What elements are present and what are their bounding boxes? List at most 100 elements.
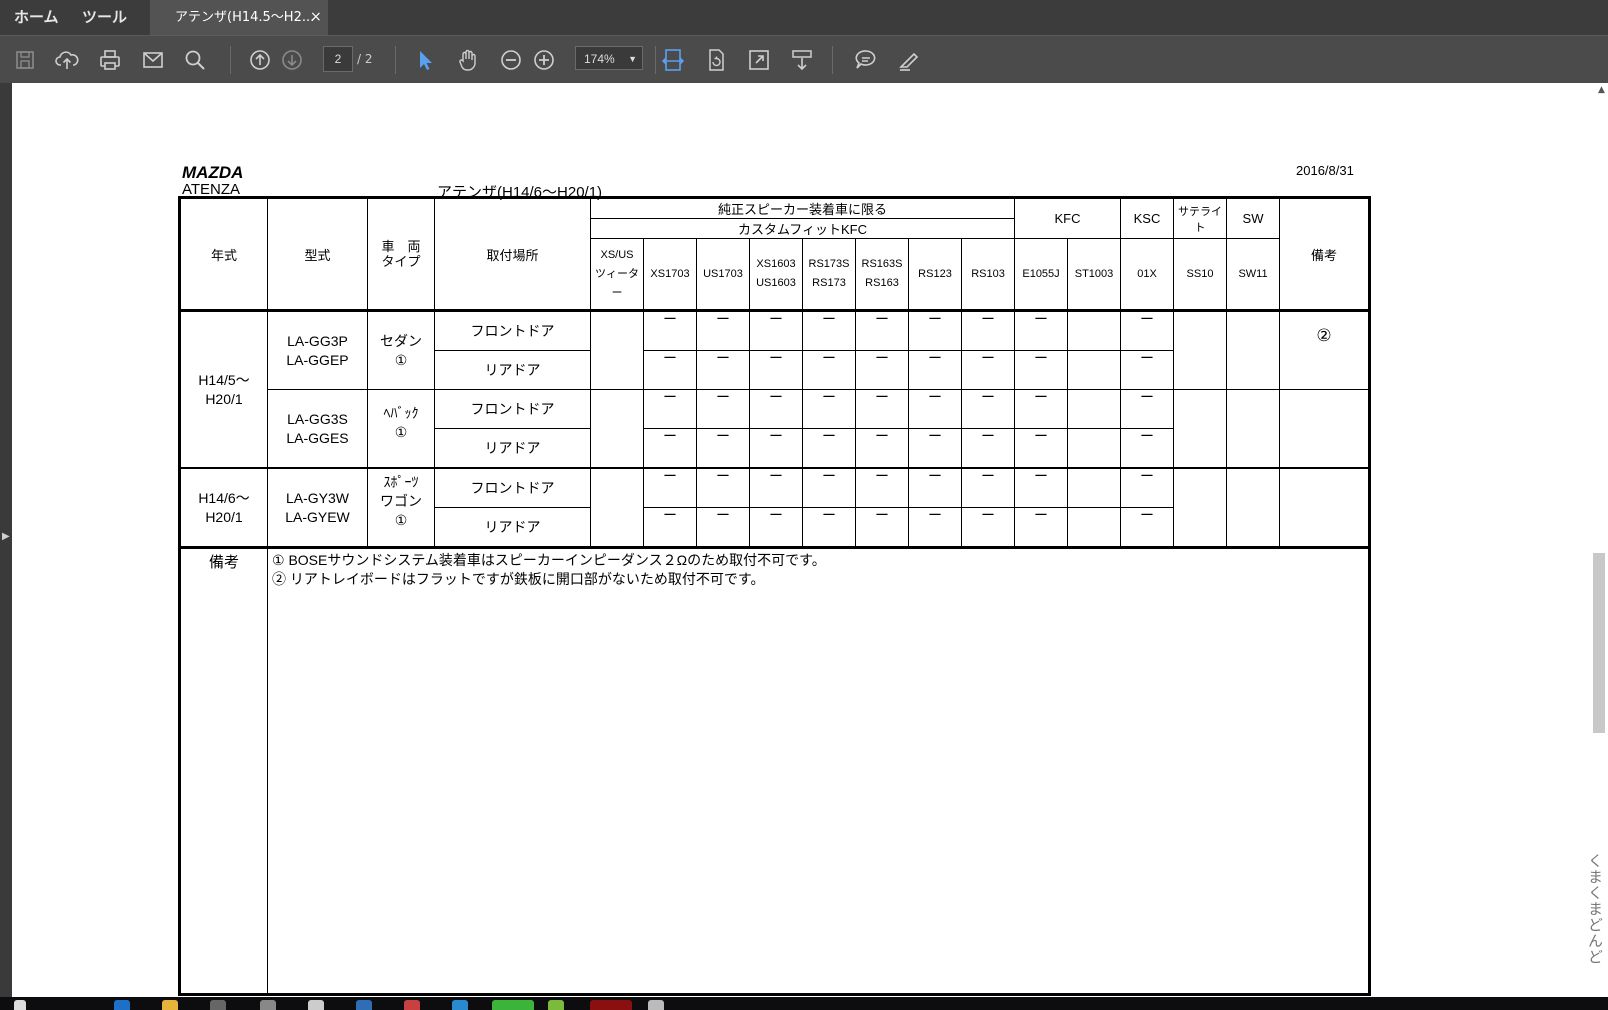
acrobat-icon[interactable]: [590, 1000, 632, 1010]
print-icon[interactable]: [97, 47, 123, 73]
highlight-pen-icon[interactable]: [896, 47, 922, 73]
page-down-icon[interactable]: [279, 47, 305, 73]
dash-cell: ー: [749, 389, 803, 429]
dash-cell: ー: [696, 310, 750, 351]
dash-cell: ー: [1014, 350, 1069, 390]
empty-cell: [590, 467, 644, 548]
dash-cell: ー: [1014, 389, 1069, 429]
hand-tool-icon[interactable]: [455, 47, 481, 73]
rotate-page-icon[interactable]: [703, 47, 729, 73]
header-type: 型式: [267, 197, 368, 312]
header-sw: SW: [1226, 197, 1281, 239]
header-kfc: KFC: [1014, 197, 1122, 239]
menu-tools[interactable]: ツール: [82, 0, 127, 35]
document-tab-title: アテンザ(H14.5〜H2...: [175, 10, 315, 25]
type-cell: LA-GY3W LA-GYEW: [267, 467, 368, 548]
app-icon[interactable]: [308, 1000, 324, 1010]
page-number-input[interactable]: 2: [323, 46, 353, 72]
expand-pane-icon[interactable]: ▶: [2, 531, 10, 542]
col-header: RS163S RS163: [855, 238, 909, 312]
app-icon[interactable]: [648, 1000, 664, 1010]
document-viewer[interactable]: ▶ MAZDA ATENZA アテンザ(H14/6〜H20/1) 2016/8/…: [0, 83, 1608, 997]
notes-row: 備考 ① BOSEサウンドシステム装着車はスピーカーインピーダンス２Ωのため取付…: [179, 546, 1371, 995]
location-cell: フロントドア: [434, 389, 591, 429]
header-location: 取付場所: [434, 197, 591, 312]
page-up-icon[interactable]: [247, 47, 273, 73]
scroll-thumb[interactable]: [1593, 553, 1605, 733]
dash-cell: ー: [1014, 310, 1069, 351]
zoom-out-icon[interactable]: [498, 47, 524, 73]
empty-cell: [1173, 310, 1228, 390]
col-header: XS1603 US1603: [749, 238, 803, 312]
fit-page-icon[interactable]: [660, 47, 686, 73]
browser-icon[interactable]: [114, 1000, 130, 1010]
zoom-level-select[interactable]: 174% ▼: [575, 46, 643, 70]
vehicle-cell: ﾍﾊﾞｯｸ ①: [367, 389, 435, 469]
dash-cell: ー: [960, 389, 1016, 429]
dash-cell: ー: [1120, 507, 1175, 548]
folder-icon[interactable]: [162, 1000, 178, 1010]
close-tab-icon[interactable]: ×: [310, 0, 322, 35]
dash-cell: ー: [1014, 467, 1069, 508]
document-tab[interactable]: アテンザ(H14.5〜H2... ×: [150, 0, 328, 35]
dash-cell: ー: [643, 350, 697, 390]
speaker-fit-table: 年式 型式 車 両 タイプ 取付場所 純正スピーカー装着車に限る KFC KSC…: [178, 196, 1372, 996]
empty-cell: [1279, 467, 1371, 548]
dash-cell: ー: [643, 467, 697, 508]
fullscreen-icon[interactable]: [746, 47, 772, 73]
dash-cell: ー: [1120, 389, 1175, 429]
vehicle-cell-text: ｽﾎﾟｰﾂ ワゴン ①: [380, 474, 422, 528]
scroll-up-icon[interactable]: ▲: [1598, 85, 1605, 95]
dash-cell: ー: [643, 389, 697, 429]
empty-cell: [1067, 467, 1122, 508]
scroll-mode-icon[interactable]: [789, 47, 815, 73]
app-icon[interactable]: [260, 1000, 276, 1010]
app-icon[interactable]: [356, 1000, 372, 1010]
comment-icon[interactable]: [853, 47, 879, 73]
app-icon[interactable]: [404, 1000, 420, 1010]
app-icon[interactable]: [210, 1000, 226, 1010]
vehicle-cell: セダン ①: [367, 310, 435, 390]
note-ref-cell: ②: [1279, 310, 1371, 390]
empty-cell: [1067, 310, 1122, 351]
dash-cell: ー: [749, 467, 803, 508]
location-cell: リアドア: [434, 507, 591, 548]
dash-cell: ー: [696, 389, 750, 429]
col-header: US1703: [696, 238, 750, 312]
year-cell: H14/6〜 H20/1: [179, 467, 268, 548]
col-header: RS103: [960, 238, 1016, 312]
table-row: H14/6〜 H20/1 LA-GY3W LA-GYEW ｽﾎﾟｰﾂ ワゴン ①…: [179, 467, 1371, 548]
select-cursor-icon[interactable]: [412, 47, 438, 73]
cloud-upload-icon[interactable]: [54, 47, 80, 73]
dash-cell: ー: [960, 507, 1016, 548]
header-year: 年式: [179, 197, 268, 312]
dash-cell: ー: [1120, 428, 1175, 469]
col-header: ST1003: [1067, 238, 1122, 312]
table-row: H14/5〜 H20/1 LA-GG3P LA-GGEP セダン ① フロントド…: [179, 310, 1371, 469]
empty-cell: [1226, 310, 1281, 390]
col-header: XS1703: [643, 238, 697, 312]
start-icon[interactable]: [14, 1000, 26, 1010]
search-icon[interactable]: [182, 47, 208, 73]
note-line: ① BOSEサウンドシステム装着車はスピーカーインピーダンス２Ωのため取付不可で…: [272, 552, 826, 568]
dash-cell: ー: [643, 507, 697, 548]
dash-cell: ー: [1014, 507, 1069, 548]
line-app-icon[interactable]: [492, 1000, 534, 1010]
dash-cell: ー: [908, 467, 962, 508]
zoom-in-icon[interactable]: [531, 47, 557, 73]
header-genuine-only: 純正スピーカー装着車に限る: [589, 197, 1016, 219]
header-notes: 備考: [1279, 197, 1371, 312]
location-cell: リアドア: [434, 350, 591, 390]
save-icon[interactable]: [12, 47, 38, 73]
app-icon[interactable]: [548, 1000, 564, 1010]
empty-cell: [1226, 389, 1281, 469]
menu-home[interactable]: ホーム: [14, 0, 59, 35]
type-cell: LA-GG3S LA-GGES: [267, 389, 368, 469]
app-icon[interactable]: [452, 1000, 468, 1010]
dash-cell: ー: [802, 467, 856, 508]
dash-cell: ー: [643, 310, 697, 351]
toolbar-separator: [655, 46, 656, 74]
dash-cell: ー: [960, 428, 1016, 469]
empty-cell: [1173, 467, 1228, 548]
email-icon[interactable]: [140, 47, 166, 73]
